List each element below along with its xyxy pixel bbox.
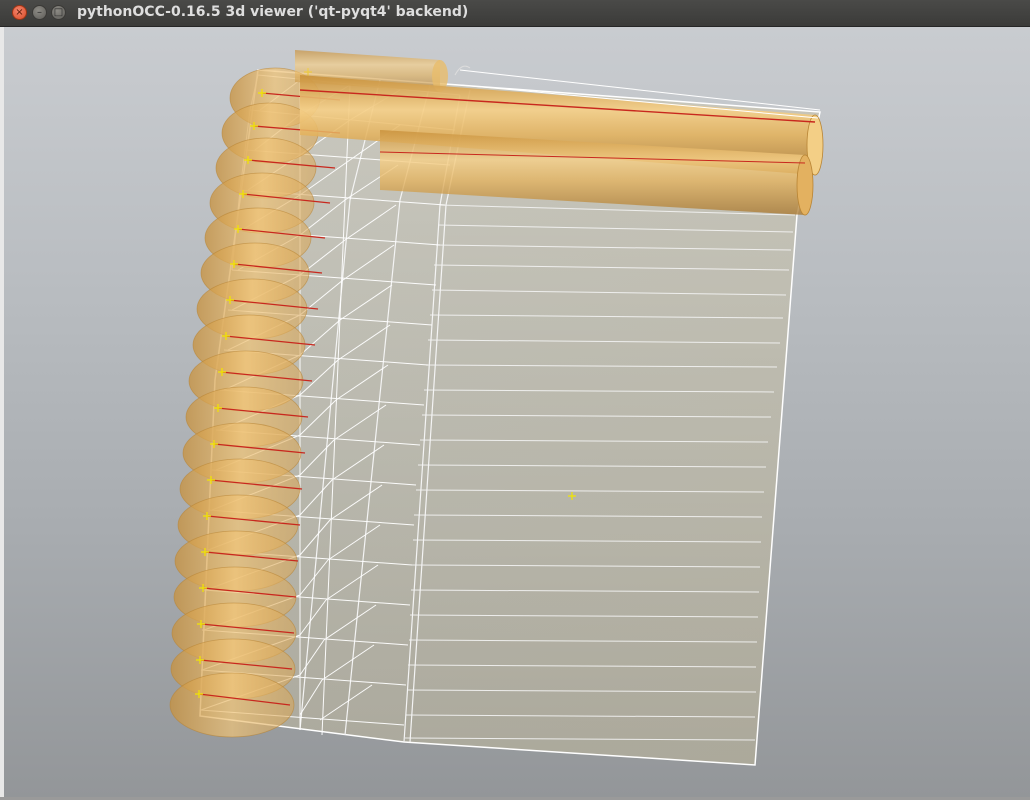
3d-scene [169, 50, 824, 766]
maximize-icon: □ [53, 6, 64, 18]
minimize-icon: – [37, 6, 42, 18]
window-title: pythonOCC-0.16.5 3d viewer ('qt-pyqt4' b… [77, 4, 469, 20]
viewer-window: × – □ pythonOCC-0.16.5 3d viewer ('qt-py… [0, 0, 1030, 800]
title-bar[interactable]: × – □ pythonOCC-0.16.5 3d viewer ('qt-py… [0, 0, 1030, 27]
minimize-button[interactable]: – [32, 5, 47, 20]
3d-viewport[interactable] [4, 27, 1030, 797]
close-icon: × [15, 6, 24, 18]
maximize-button[interactable]: □ [51, 5, 66, 20]
close-button[interactable]: × [12, 5, 27, 20]
